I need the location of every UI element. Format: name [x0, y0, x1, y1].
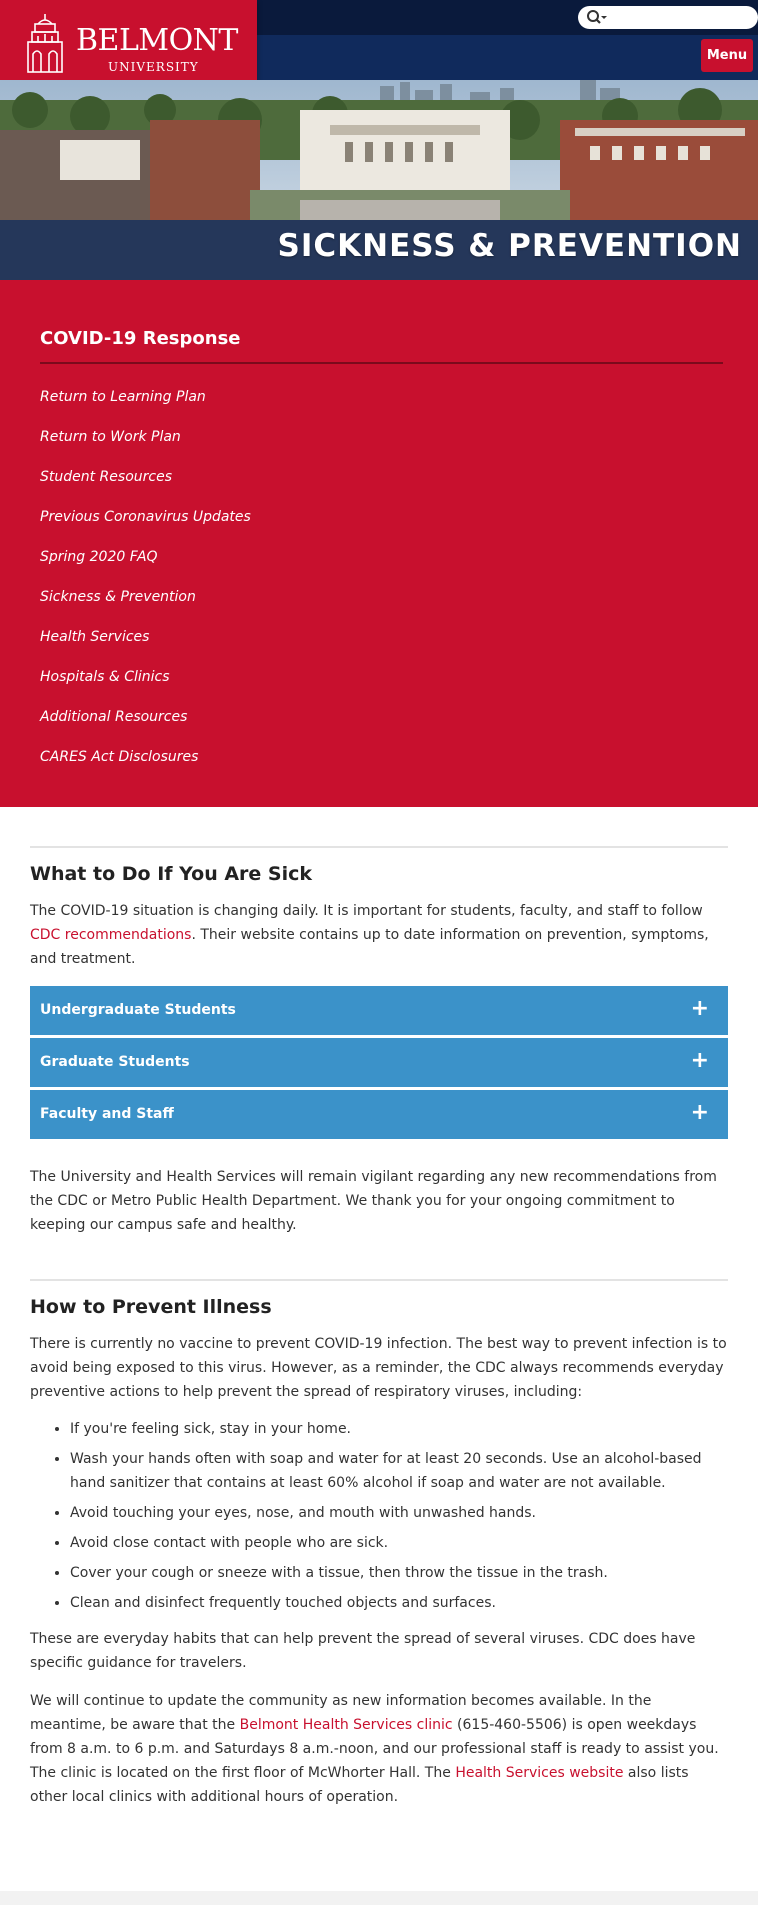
nav-link-return-to-learning-plan[interactable]: Return to Learning Plan — [40, 389, 206, 405]
prevent-intro: There is currently no vaccine to prevent… — [30, 1336, 727, 1400]
list-item: Avoid touching your eyes, nose, and mout… — [70, 1501, 728, 1525]
accordion-label: Undergraduate Students — [40, 1002, 236, 1018]
audience-accordion: Undergraduate Students + Graduate Studen… — [30, 986, 728, 1139]
plus-icon[interactable]: + — [691, 1101, 709, 1125]
logo-wordmark: BELMONT — [76, 23, 238, 58]
list-item: Cover your cough or sneeze with a tissue… — [70, 1561, 728, 1585]
nav-divider — [40, 362, 723, 364]
update-paragraph: We will continue to update the community… — [30, 1689, 728, 1809]
hero-banner: SICKNESS & PREVENTION — [0, 80, 758, 280]
nav-link-health-services[interactable]: Health Services — [40, 629, 149, 645]
health-services-website-link[interactable]: Health Services website — [455, 1765, 623, 1781]
plus-icon[interactable]: + — [691, 1049, 709, 1073]
nav-link-additional-resources[interactable]: Additional Resources — [40, 709, 187, 725]
covid-response-nav: COVID-19 Response Return to Learning Pla… — [0, 280, 758, 807]
section-heading-prevent: How to Prevent Illness — [30, 1296, 272, 1318]
search-icon[interactable] — [586, 9, 608, 26]
sick-intro: The COVID-19 situation is changing daily… — [30, 899, 728, 971]
section-divider — [30, 1279, 728, 1281]
belmont-logo[interactable]: BELMONT UNIVERSITY — [0, 0, 257, 89]
nav-link-spring-2020-faq[interactable]: Spring 2020 FAQ — [40, 549, 158, 565]
health-services-clinic-link[interactable]: Belmont Health Services clinic — [240, 1717, 453, 1733]
search-input[interactable] — [578, 6, 758, 29]
nav-link-return-to-work-plan[interactable]: Return to Work Plan — [40, 429, 181, 445]
page-title: SICKNESS & PREVENTION — [277, 228, 742, 264]
accordion-label: Faculty and Staff — [40, 1106, 174, 1122]
list-item: If you're feeling sick, stay in your hom… — [70, 1417, 728, 1441]
footer-strip — [0, 1891, 758, 1905]
nav-link-cares-act[interactable]: CARES Act Disclosures — [40, 749, 198, 765]
list-item: Wash your hands often with soap and wate… — [70, 1447, 728, 1495]
list-item: Clean and disinfect frequently touched o… — [70, 1591, 728, 1615]
menu-button[interactable]: Menu — [701, 39, 753, 72]
bell-tower-icon — [27, 14, 63, 73]
cdc-recommendations-link[interactable]: CDC recommendations — [30, 927, 191, 943]
nav-link-hospitals-clinics[interactable]: Hospitals & Clinics — [40, 669, 170, 685]
nav-link-previous-updates[interactable]: Previous Coronavirus Updates — [40, 509, 251, 525]
accordion-graduate-students[interactable]: Graduate Students + — [30, 1038, 728, 1087]
sick-intro-text: The COVID-19 situation is changing daily… — [30, 903, 703, 919]
list-item: Avoid close contact with people who are … — [70, 1531, 728, 1555]
nav-link-student-resources[interactable]: Student Resources — [40, 469, 172, 485]
accordion-label: Graduate Students — [40, 1054, 190, 1070]
sick-closing: The University and Health Services will … — [30, 1169, 717, 1233]
logo-subtitle: UNIVERSITY — [108, 60, 199, 74]
accordion-faculty-and-staff[interactable]: Faculty and Staff + — [30, 1090, 728, 1139]
section-divider — [30, 846, 728, 848]
prevention-list: If you're feeling sick, stay in your hom… — [70, 1417, 728, 1615]
main-content: What to Do If You Are Sick The COVID-19 … — [30, 846, 728, 1809]
plus-icon[interactable]: + — [691, 997, 709, 1021]
nav-link-sickness-prevention[interactable]: Sickness & Prevention — [40, 589, 196, 605]
habits-paragraph: These are everyday habits that can help … — [30, 1631, 696, 1671]
nav-heading: COVID-19 Response — [40, 328, 241, 349]
section-heading-sick: What to Do If You Are Sick — [30, 863, 313, 885]
accordion-undergraduate-students[interactable]: Undergraduate Students + — [30, 986, 728, 1035]
